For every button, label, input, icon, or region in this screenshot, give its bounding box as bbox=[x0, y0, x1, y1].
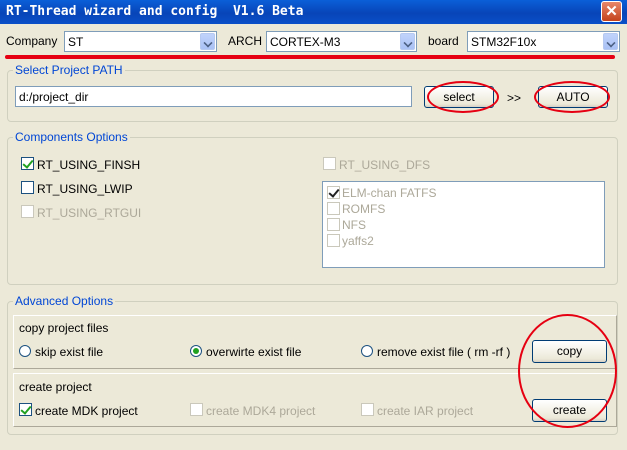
company-label: Company bbox=[6, 34, 58, 48]
checkbox-iar bbox=[361, 403, 374, 416]
company-value: ST bbox=[68, 35, 84, 49]
chevron-down-icon[interactable] bbox=[603, 33, 618, 50]
chevron-down-icon[interactable] bbox=[400, 33, 415, 50]
annotation-circle bbox=[518, 314, 617, 428]
list-item: ELM-chan FATFS bbox=[342, 186, 437, 200]
checkbox-label: RT_USING_RTGUI bbox=[37, 206, 142, 220]
board-label: board bbox=[428, 34, 459, 48]
radio-overwrite[interactable] bbox=[190, 345, 202, 357]
window-title: RT-Thread wizard and config V1.6 Beta bbox=[6, 4, 304, 19]
radio-skip[interactable] bbox=[19, 345, 31, 357]
separator-text: >> bbox=[507, 91, 522, 105]
advanced-title: Advanced Options bbox=[13, 294, 116, 308]
list-checkbox bbox=[327, 186, 340, 199]
checkbox-label: create MDK4 project bbox=[206, 404, 316, 418]
checkbox-finsh[interactable] bbox=[21, 157, 34, 170]
close-button[interactable]: ✕ bbox=[601, 1, 622, 22]
checkbox-label: RT_USING_DFS bbox=[339, 158, 431, 172]
components-title: Components Options bbox=[13, 130, 130, 144]
list-checkbox bbox=[327, 218, 340, 231]
checkbox-mdk[interactable] bbox=[19, 403, 32, 416]
arch-value: CORTEX-M3 bbox=[270, 35, 341, 49]
radio-label: remove exist file ( rm -rf ) bbox=[377, 345, 511, 359]
project-path-value: d:/project_dir bbox=[19, 90, 89, 104]
radio-label: skip exist file bbox=[35, 345, 104, 359]
project-path-title: Select Project PATH bbox=[13, 63, 125, 77]
annotation-circle bbox=[534, 81, 610, 113]
arch-label: ARCH bbox=[228, 34, 263, 48]
list-checkbox bbox=[327, 234, 340, 247]
annotation-circle bbox=[427, 81, 499, 113]
list-checkbox bbox=[327, 202, 340, 215]
arch-select[interactable]: CORTEX-M3 bbox=[266, 31, 417, 52]
checkbox-dfs bbox=[323, 157, 336, 170]
list-item: yaffs2 bbox=[342, 234, 374, 248]
checkbox-label: create MDK project bbox=[35, 404, 138, 418]
checkbox-mdk4 bbox=[190, 403, 203, 416]
checkbox-label: create IAR project bbox=[377, 404, 474, 418]
title-bar: RT-Thread wizard and config V1.6 Beta ✕ bbox=[0, 0, 627, 24]
list-item: NFS bbox=[342, 218, 366, 232]
checkbox-label: RT_USING_LWIP bbox=[37, 182, 133, 196]
radio-remove[interactable] bbox=[361, 345, 373, 357]
close-icon: ✕ bbox=[605, 3, 618, 20]
create-panel-title: create project bbox=[19, 380, 92, 394]
filesystem-list: ELM-chan FATFS ROMFS NFS yaffs2 bbox=[322, 181, 605, 268]
checkbox-lwip[interactable] bbox=[21, 181, 34, 194]
checkbox-label: RT_USING_FINSH bbox=[37, 158, 141, 172]
radio-label: overwirte exist file bbox=[206, 345, 302, 359]
chevron-down-icon[interactable] bbox=[200, 33, 215, 50]
board-value: STM32F10x bbox=[471, 35, 537, 49]
list-item: ROMFS bbox=[342, 202, 386, 216]
checkbox-rtgui bbox=[21, 205, 34, 218]
annotation-underline bbox=[5, 55, 615, 59]
project-path-input[interactable]: d:/project_dir bbox=[15, 86, 412, 107]
company-select[interactable]: ST bbox=[64, 31, 217, 52]
copy-panel-title: copy project files bbox=[19, 321, 109, 335]
board-select[interactable]: STM32F10x bbox=[467, 31, 620, 52]
